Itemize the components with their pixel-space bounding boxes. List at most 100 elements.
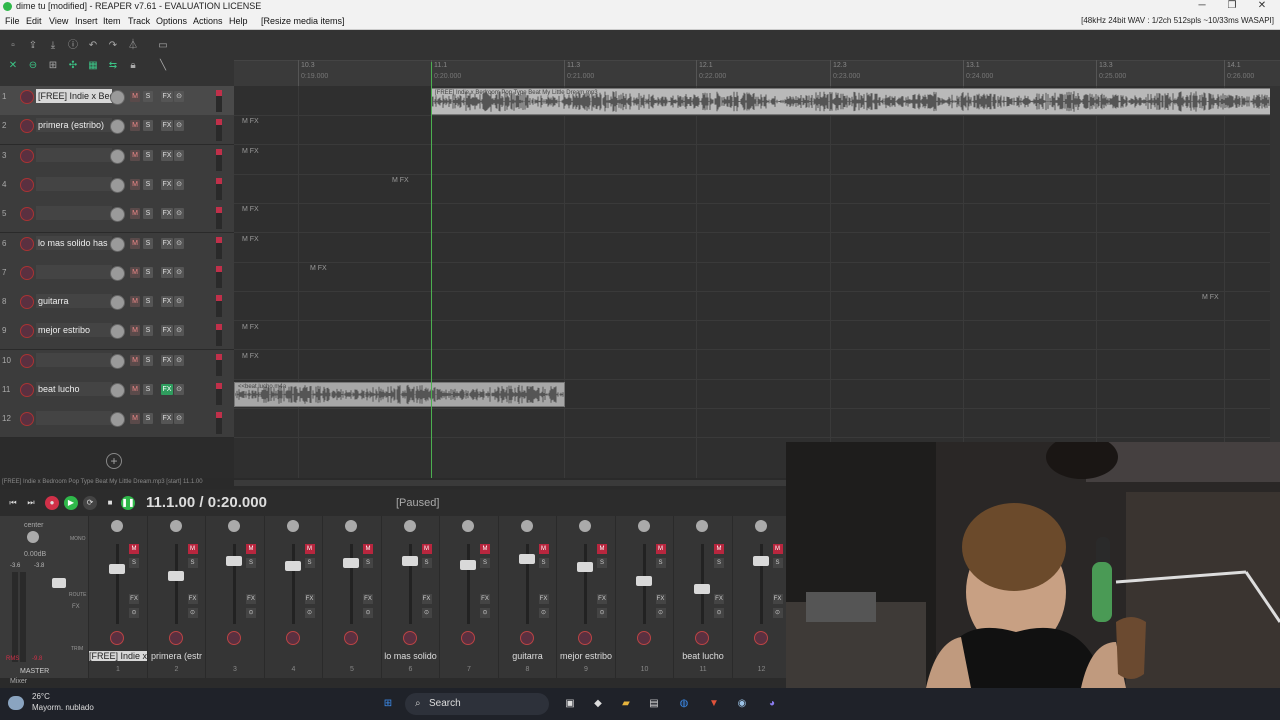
mute-button[interactable]: M <box>246 544 256 554</box>
maximize-icon[interactable]: ❐ <box>1220 0 1244 11</box>
fx-button[interactable]: FX <box>714 594 724 604</box>
track-lane[interactable] <box>234 145 1270 175</box>
record-arm-button[interactable] <box>110 631 124 645</box>
track-lane[interactable] <box>234 174 1270 204</box>
record-arm-button[interactable] <box>753 631 768 645</box>
track-lane[interactable] <box>234 233 1270 263</box>
mixer-strip[interactable]: M S FX ⊙ 3 <box>205 516 264 678</box>
toolbar-blank-icon[interactable]: ▭ <box>156 40 170 52</box>
record-button[interactable]: ● <box>45 496 59 510</box>
fader-track[interactable] <box>350 544 353 624</box>
record-arm-button[interactable] <box>20 148 34 163</box>
windows-start-icon[interactable]: ⊞ <box>380 696 396 712</box>
arrange-view[interactable]: [FREE] Indie x Bedroom Pop Type Beat My … <box>234 86 1270 478</box>
track-lane[interactable] <box>234 408 1270 439</box>
solo-button[interactable]: S <box>143 178 153 190</box>
solo-button[interactable]: S <box>246 558 256 568</box>
fx-button[interactable]: FX <box>161 354 173 366</box>
empty-item-icons[interactable]: M FX <box>242 148 259 155</box>
empty-item-icons[interactable]: M FX <box>392 177 409 184</box>
pause-button[interactable]: ❚❚ <box>121 496 135 510</box>
mute-button[interactable]: M <box>363 544 373 554</box>
fx-button[interactable]: FX <box>161 120 173 132</box>
fader-track[interactable] <box>116 544 119 624</box>
project-settings-icon[interactable]: ⓘ <box>66 40 80 52</box>
solo-button[interactable]: S <box>129 558 139 568</box>
fx-button[interactable]: FX <box>655 594 666 604</box>
volume-knob[interactable] <box>110 119 125 135</box>
solo-button[interactable]: S <box>143 296 153 308</box>
menu-edit[interactable]: Edit <box>26 16 42 26</box>
mixer-strip[interactable]: M S FX ⊙ [FREE] Indie x 1 <box>88 516 147 678</box>
io-button[interactable]: ⊙ <box>655 608 666 618</box>
mixer-strip[interactable]: M S FX ⊙ primera (estr 2 <box>146 516 206 678</box>
strip-label[interactable]: lo mas solido <box>382 651 440 661</box>
record-arm-button[interactable] <box>227 631 241 645</box>
strip-label[interactable]: beat lucho <box>674 651 732 661</box>
menu-view[interactable]: View <box>49 16 68 26</box>
mute-button[interactable]: M <box>655 544 666 554</box>
play-button[interactable]: ▶ <box>64 496 78 510</box>
fx-button[interactable]: FX <box>129 594 139 604</box>
record-arm-button[interactable] <box>20 295 34 310</box>
track-header[interactable]: 10 M S FX ⊙ <box>0 349 234 380</box>
menu-insert[interactable]: Insert <box>75 16 98 26</box>
mute-button[interactable]: M <box>130 237 140 249</box>
mute-button[interactable]: M <box>130 178 140 190</box>
master-fx-button[interactable]: FX <box>72 604 80 610</box>
pan-knob[interactable] <box>286 520 299 532</box>
master-pan-knob[interactable] <box>27 531 39 543</box>
track-name[interactable]: [FREE] Indie x Bed <box>36 89 112 103</box>
io-button[interactable]: ⊙ <box>174 208 184 220</box>
volume-knob[interactable] <box>110 265 125 281</box>
mute-button[interactable]: M <box>129 544 139 554</box>
strip-label[interactable]: mejor estribo <box>557 651 615 661</box>
edit-cursor-icon[interactable]: ╲ <box>156 60 170 72</box>
io-button[interactable]: ⊙ <box>246 608 256 618</box>
fx-button[interactable]: FX <box>304 594 315 604</box>
track-header[interactable]: 11 beat lucho M S FX ⊙ <box>0 379 234 409</box>
volume-knob[interactable] <box>110 90 125 105</box>
record-arm-button[interactable] <box>20 265 34 280</box>
mixer-strip[interactable]: M S FX ⊙ 4 <box>263 516 323 678</box>
solo-button[interactable]: S <box>143 384 153 395</box>
io-button[interactable]: ⊙ <box>174 384 184 395</box>
fx-button[interactable]: FX <box>161 91 173 102</box>
mixer-tab[interactable]: Mixer <box>0 678 60 688</box>
mute-button[interactable]: M <box>304 544 315 554</box>
fader-cap[interactable] <box>460 560 476 570</box>
record-arm-button[interactable] <box>20 383 34 397</box>
grouping-icon[interactable]: ⊖ <box>26 60 40 72</box>
solo-button[interactable]: S <box>143 266 153 278</box>
record-arm-button[interactable] <box>402 631 417 645</box>
edge-icon[interactable]: ◍ <box>676 696 692 712</box>
menu-item[interactable]: Item <box>103 16 121 26</box>
io-button[interactable]: ⊙ <box>129 608 139 618</box>
fx-button[interactable]: FX <box>161 384 173 395</box>
mute-button[interactable]: M <box>597 544 607 554</box>
fader-track[interactable] <box>174 544 178 624</box>
solo-button[interactable]: S <box>143 237 153 249</box>
record-arm-button[interactable] <box>20 207 34 222</box>
weather-desc[interactable]: Mayorm. nublado <box>32 703 94 712</box>
brave-icon[interactable]: ▼ <box>706 696 722 712</box>
solo-button[interactable]: S <box>143 91 153 102</box>
record-arm-button[interactable] <box>285 631 300 645</box>
fx-button[interactable]: FX <box>421 594 432 604</box>
fader-track[interactable] <box>584 544 587 624</box>
mixer-strip[interactable]: M S FX ⊙ 10 <box>614 516 674 678</box>
mute-button[interactable]: M <box>130 91 140 102</box>
volume-knob[interactable] <box>110 236 125 252</box>
mute-button[interactable]: M <box>130 149 140 161</box>
mute-button[interactable]: M <box>187 544 198 554</box>
horizontal-scrollbar[interactable] <box>234 480 786 486</box>
track-header[interactable]: 3 M S FX ⊙ <box>0 144 234 175</box>
mute-button[interactable]: M <box>130 120 140 132</box>
io-button[interactable]: ⊙ <box>174 149 184 161</box>
ripple-edit-icon[interactable]: ✕ <box>6 60 20 72</box>
record-arm-button[interactable] <box>695 631 709 645</box>
track-lane[interactable] <box>234 291 1270 322</box>
master-mono-button[interactable]: MONO <box>70 536 86 542</box>
track-header[interactable]: 6 lo mas solido has M S FX ⊙ <box>0 232 234 263</box>
solo-button[interactable]: S <box>143 413 153 425</box>
